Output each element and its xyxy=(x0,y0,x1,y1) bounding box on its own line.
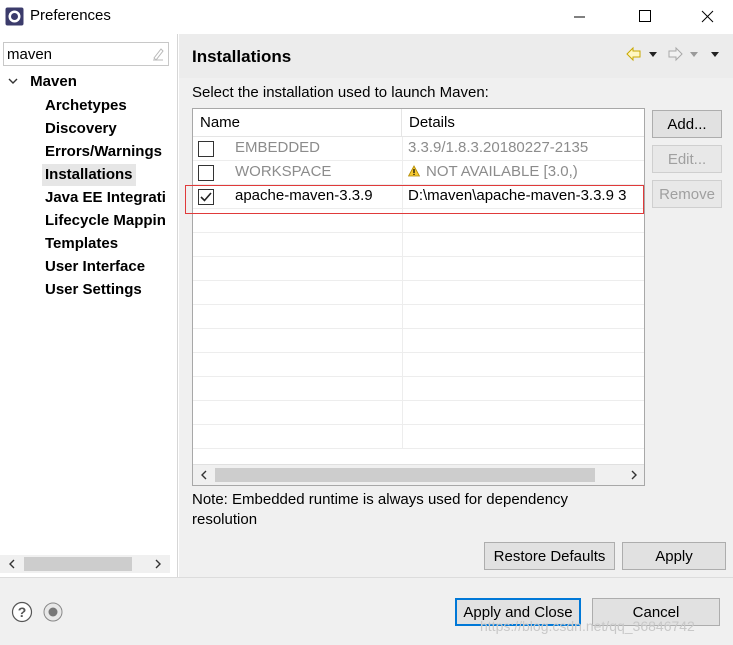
tree-scrollbar-thumb[interactable] xyxy=(24,557,132,571)
scroll-left-icon[interactable] xyxy=(6,558,18,570)
empty-row xyxy=(193,353,644,377)
page-header: Installations xyxy=(179,34,733,78)
record-macro-icon[interactable] xyxy=(42,601,64,623)
page-title: Installations xyxy=(192,47,292,66)
minimize-button[interactable] xyxy=(556,0,602,34)
back-arrow-icon[interactable] xyxy=(625,44,643,64)
column-divider xyxy=(402,161,403,185)
table-horizontal-scrollbar[interactable] xyxy=(193,464,644,485)
filter-field[interactable] xyxy=(3,42,169,66)
column-divider xyxy=(402,137,403,161)
column-divider xyxy=(402,305,403,329)
dialog-footer: ? Apply and Close Cancel https://blog.cs… xyxy=(0,577,733,645)
installations-table: Name Details EMBEDDED 3.3.9/1.8.3.201802… xyxy=(192,108,645,486)
scroll-right-icon[interactable] xyxy=(628,469,640,481)
tree-item-user-interface[interactable]: User Interface xyxy=(42,256,148,278)
installation-checkbox[interactable] xyxy=(198,141,214,157)
embedded-runtime-note: Note: Embedded runtime is always used fo… xyxy=(192,491,569,528)
title-bar: Preferences xyxy=(0,0,733,34)
installation-checkbox[interactable] xyxy=(198,165,214,181)
column-header-name[interactable]: Name xyxy=(193,109,402,137)
preferences-tree-pane: Maven Archetypes Discovery Errors/Warnin… xyxy=(0,34,178,577)
column-divider xyxy=(402,401,403,425)
clear-filter-icon[interactable] xyxy=(151,47,165,61)
installation-instruction: Select the installation used to launch M… xyxy=(192,84,489,101)
tree-item-java-ee-integration[interactable]: Java EE Integrati xyxy=(42,187,169,209)
installation-name: EMBEDDED xyxy=(235,139,321,156)
empty-row xyxy=(193,329,644,353)
installation-name: WORKSPACE xyxy=(235,163,332,180)
empty-row xyxy=(193,401,644,425)
close-icon xyxy=(701,10,714,23)
edit-installation-button[interactable]: Edit... xyxy=(652,145,722,173)
empty-row xyxy=(193,233,644,257)
column-divider xyxy=(402,377,403,401)
column-divider xyxy=(402,281,403,305)
window-title: Preferences xyxy=(30,7,111,24)
table-scrollbar-thumb[interactable] xyxy=(215,468,595,482)
empty-row xyxy=(193,305,644,329)
installation-details: 3.3.9/1.8.3.20180227-2135 xyxy=(408,139,589,156)
column-divider xyxy=(402,425,403,449)
back-menu-dropdown-icon[interactable] xyxy=(647,44,659,64)
help-icon[interactable]: ? xyxy=(11,601,33,623)
tree-item-installations[interactable]: Installations xyxy=(42,164,136,186)
apply-button[interactable]: Apply xyxy=(622,542,726,570)
preference-tree: Maven Archetypes Discovery Errors/Warnin… xyxy=(0,70,170,550)
table-row[interactable]: WORKSPACE NOT AVAILABLE [3.0,) xyxy=(193,161,644,185)
tree-root-label: Maven xyxy=(30,72,77,90)
empty-row xyxy=(193,377,644,401)
preference-page: Installations Select the installation us… xyxy=(179,34,733,577)
tree-item-errors-warnings[interactable]: Errors/Warnings xyxy=(42,141,165,163)
forward-menu-dropdown-icon[interactable] xyxy=(688,44,700,64)
column-divider xyxy=(402,257,403,281)
restore-defaults-button[interactable]: Restore Defaults xyxy=(484,542,615,570)
column-header-details[interactable]: Details xyxy=(402,109,644,137)
column-divider xyxy=(402,329,403,353)
svg-text:?: ? xyxy=(18,604,27,620)
maximize-button[interactable] xyxy=(622,0,668,34)
installation-details: NOT AVAILABLE [3.0,) xyxy=(426,163,578,180)
column-divider xyxy=(402,233,403,257)
tree-item-discovery[interactable]: Discovery xyxy=(42,118,120,140)
maximize-icon xyxy=(639,10,651,22)
view-menu-icon[interactable] xyxy=(709,44,721,64)
table-row[interactable]: EMBEDDED 3.3.9/1.8.3.20180227-2135 xyxy=(193,137,644,161)
tree-item-archetypes[interactable]: Archetypes xyxy=(42,95,130,117)
tree-item-lifecycle-mappings[interactable]: Lifecycle Mappin xyxy=(42,210,169,232)
add-installation-button[interactable]: Add... xyxy=(652,110,722,138)
watermark-text: https://blog.csdn.net/qq_36846742 xyxy=(480,618,695,634)
empty-row xyxy=(193,425,644,449)
warning-icon xyxy=(408,165,420,177)
tree-item-maven[interactable]: Maven xyxy=(6,72,77,94)
tree-item-templates[interactable]: Templates xyxy=(42,233,121,255)
close-button[interactable] xyxy=(685,0,731,34)
empty-row xyxy=(193,257,644,281)
empty-row xyxy=(193,281,644,305)
eclipse-app-icon xyxy=(5,7,24,26)
chevron-down-icon[interactable] xyxy=(6,74,20,88)
filter-input[interactable] xyxy=(4,43,144,65)
minimize-icon xyxy=(574,16,585,18)
scroll-left-icon[interactable] xyxy=(198,469,210,481)
installation-details-cell: NOT AVAILABLE [3.0,) xyxy=(408,163,644,180)
column-divider xyxy=(402,353,403,377)
selection-highlight-annotation xyxy=(185,185,644,214)
tree-item-user-settings[interactable]: User Settings xyxy=(42,279,145,301)
tree-horizontal-scrollbar[interactable] xyxy=(0,555,170,573)
scroll-right-icon[interactable] xyxy=(152,558,164,570)
remove-installation-button[interactable]: Remove xyxy=(652,180,722,208)
forward-arrow-icon[interactable] xyxy=(666,44,684,64)
